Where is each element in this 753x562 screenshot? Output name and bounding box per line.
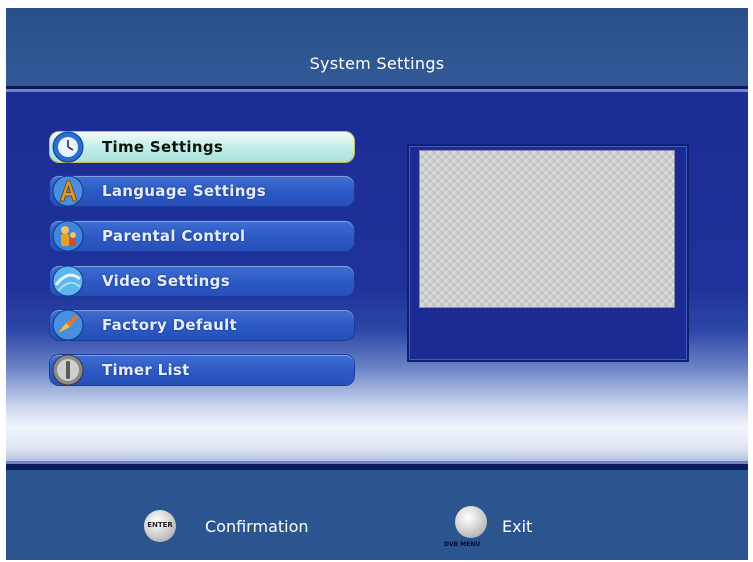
preview-screen — [419, 150, 675, 308]
menu-label: Parental Control — [102, 227, 246, 245]
clock-icon — [52, 131, 84, 163]
menu-item-time-settings[interactable]: Time Settings — [50, 131, 354, 163]
tv-screen: System Settings Time Settings Language S… — [6, 8, 748, 560]
timer-icon — [52, 354, 84, 386]
menu-label: Timer List — [102, 361, 190, 379]
menu-item-language-settings[interactable]: Language Settings — [50, 175, 354, 207]
footer-bar: ENTER Confirmation DVB MENU Exit — [6, 470, 748, 560]
video-icon — [52, 265, 84, 297]
factory-reset-icon — [52, 309, 84, 341]
menu-label: Time Settings — [102, 138, 224, 156]
menu-item-timer-list[interactable]: Timer List — [50, 354, 354, 386]
menu-item-video-settings[interactable]: Video Settings — [50, 265, 354, 297]
preview-panel — [407, 144, 689, 362]
menu-item-factory-default[interactable]: Factory Default — [50, 309, 354, 341]
page-title: System Settings — [309, 54, 445, 73]
menu-item-parental-control[interactable]: Parental Control — [50, 220, 354, 252]
language-icon — [52, 175, 84, 207]
menu-label: Language Settings — [102, 182, 266, 200]
confirmation-label: Confirmation — [205, 517, 309, 536]
menu-label: Factory Default — [102, 316, 238, 334]
enter-button[interactable]: ENTER — [144, 510, 176, 542]
header-bar: System Settings — [6, 8, 748, 86]
exit-label: Exit — [502, 517, 533, 536]
exit-button[interactable] — [455, 506, 487, 538]
dvb-menu-label: DVB MENU — [444, 541, 481, 548]
parental-icon — [52, 220, 84, 252]
menu-label: Video Settings — [102, 272, 230, 290]
enter-button-text: ENTER — [147, 521, 173, 529]
